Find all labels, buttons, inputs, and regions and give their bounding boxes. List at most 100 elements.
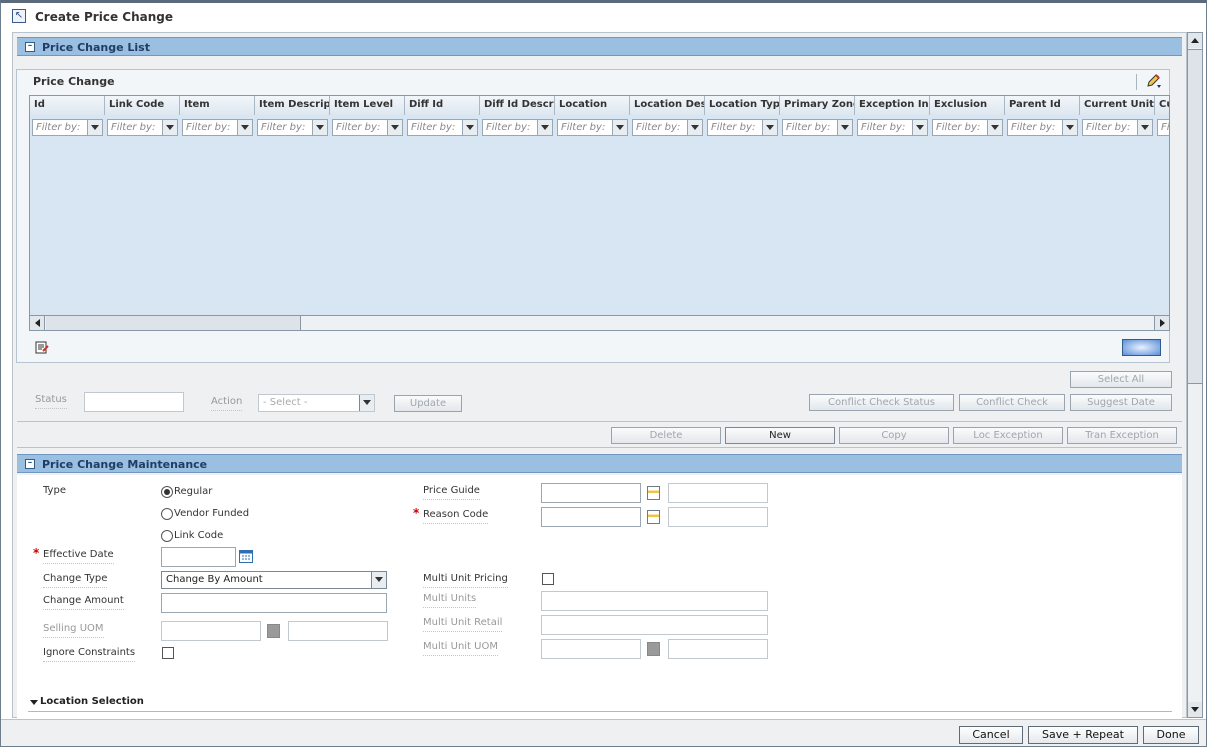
chevron-down-icon[interactable] bbox=[612, 120, 627, 135]
scroll-up-icon[interactable] bbox=[1188, 33, 1202, 48]
chevron-down-icon[interactable] bbox=[312, 120, 327, 135]
scroll-right-icon[interactable] bbox=[1154, 316, 1169, 330]
column-header-link-code[interactable]: Link Code bbox=[105, 96, 180, 115]
price-change-list-header[interactable]: – Price Change List bbox=[17, 37, 1182, 56]
lookup-icon[interactable] bbox=[647, 510, 660, 524]
price-change-grid[interactable]: Id Link Code Item Item Descripti Item Le… bbox=[29, 95, 1170, 331]
filter-item[interactable]: Filter by: bbox=[182, 119, 253, 136]
delete-button[interactable]: Delete bbox=[611, 427, 721, 444]
filter-item-description[interactable]: Filter by: bbox=[257, 119, 328, 136]
filter-link-code[interactable]: Filter by: bbox=[107, 119, 178, 136]
reason-code-field[interactable] bbox=[541, 507, 641, 527]
chevron-down-icon[interactable] bbox=[762, 120, 777, 135]
lookup-icon[interactable] bbox=[647, 642, 660, 656]
price-guide-field[interactable] bbox=[541, 483, 641, 503]
type-radio-link-code[interactable] bbox=[161, 530, 173, 542]
multi-unit-retail-field[interactable] bbox=[541, 615, 768, 635]
column-header-current-unit-retail[interactable]: Current Unit R bbox=[1080, 96, 1155, 115]
column-header-id[interactable]: Id bbox=[30, 96, 105, 115]
update-button[interactable]: Update bbox=[394, 395, 462, 412]
lookup-icon[interactable] bbox=[647, 486, 660, 500]
chevron-down-icon[interactable] bbox=[912, 120, 927, 135]
detach-button[interactable] bbox=[1122, 339, 1161, 356]
column-header-item-description[interactable]: Item Descripti bbox=[255, 96, 330, 115]
filter-exception-ind[interactable]: Filter by: bbox=[857, 119, 928, 136]
chevron-down-icon[interactable] bbox=[387, 120, 402, 135]
type-radio-regular[interactable] bbox=[161, 486, 173, 498]
calendar-icon[interactable] bbox=[239, 549, 253, 563]
scroll-thumb[interactable] bbox=[46, 316, 301, 330]
column-header-diff-id-description[interactable]: Diff Id Descrip bbox=[480, 96, 555, 115]
filter-current-unit-retail[interactable]: Filter by: bbox=[1082, 119, 1153, 136]
effective-date-field[interactable] bbox=[161, 547, 236, 567]
column-header-primary-zone[interactable]: Primary Zone bbox=[780, 96, 855, 115]
column-header-location[interactable]: Location bbox=[555, 96, 630, 115]
conflict-check-status-button[interactable]: Conflict Check Status bbox=[809, 394, 954, 411]
status-field[interactable] bbox=[84, 392, 184, 412]
filter-diff-id[interactable]: Filter by: bbox=[407, 119, 478, 136]
tran-exception-button[interactable]: Tran Exception bbox=[1067, 427, 1177, 444]
ignore-constraints-checkbox[interactable] bbox=[162, 647, 174, 659]
multi-unit-pricing-checkbox[interactable] bbox=[542, 573, 554, 585]
column-header-truncated[interactable]: Cu bbox=[1155, 96, 1169, 115]
column-header-location-type[interactable]: Location Type bbox=[705, 96, 780, 115]
scroll-down-icon[interactable] bbox=[1188, 702, 1202, 717]
back-arrow-icon[interactable]: ↖ bbox=[12, 9, 26, 23]
export-icon[interactable] bbox=[34, 339, 50, 355]
column-header-parent-id[interactable]: Parent Id bbox=[1005, 96, 1080, 115]
filter-location-type[interactable]: Filter by: bbox=[707, 119, 778, 136]
scroll-left-icon[interactable] bbox=[30, 316, 45, 330]
copy-button[interactable]: Copy bbox=[839, 427, 949, 444]
chevron-down-icon[interactable] bbox=[87, 120, 102, 135]
filter-parent-id[interactable]: Filter by: bbox=[1007, 119, 1078, 136]
save-repeat-button[interactable]: Save + Repeat bbox=[1028, 726, 1138, 744]
change-amount-field[interactable] bbox=[161, 593, 387, 613]
chevron-down-icon[interactable] bbox=[687, 120, 702, 135]
chevron-down-icon[interactable] bbox=[462, 120, 477, 135]
chevron-down-icon[interactable] bbox=[537, 120, 552, 135]
filter-diff-id-description[interactable]: Filter by: bbox=[482, 119, 553, 136]
chevron-down-icon[interactable] bbox=[837, 120, 852, 135]
collapse-icon[interactable]: – bbox=[25, 42, 35, 52]
filter-primary-zone[interactable]: Filter by: bbox=[782, 119, 853, 136]
filter-item-level[interactable]: Filter by: bbox=[332, 119, 403, 136]
collapse-icon[interactable]: – bbox=[25, 459, 35, 469]
filter-id[interactable]: Filter by: bbox=[32, 119, 103, 136]
new-button[interactable]: New bbox=[725, 427, 835, 444]
chevron-down-icon[interactable] bbox=[1137, 120, 1152, 135]
expand-triangle-icon[interactable] bbox=[30, 700, 38, 705]
horizontal-scrollbar[interactable] bbox=[29, 315, 1170, 331]
column-header-exception-ind[interactable]: Exception Ind bbox=[855, 96, 930, 115]
edit-pencil-icon[interactable] bbox=[1146, 73, 1162, 89]
loc-exception-button[interactable]: Loc Exception bbox=[953, 427, 1063, 444]
filter-exclusion[interactable]: Filter by: bbox=[932, 119, 1003, 136]
multi-unit-uom-field[interactable] bbox=[541, 639, 641, 659]
scroll-thumb[interactable] bbox=[1188, 49, 1202, 384]
column-header-exclusion[interactable]: Exclusion bbox=[930, 96, 1005, 115]
cancel-button[interactable]: Cancel bbox=[959, 726, 1023, 744]
column-header-item[interactable]: Item bbox=[180, 96, 255, 115]
select-all-button[interactable]: Select All bbox=[1070, 371, 1172, 388]
chevron-down-icon[interactable] bbox=[359, 395, 374, 411]
conflict-check-button[interactable]: Conflict Check bbox=[959, 394, 1065, 411]
filter-location[interactable]: Filter by: bbox=[557, 119, 628, 136]
price-change-maintenance-header[interactable]: – Price Change Maintenance bbox=[17, 454, 1182, 473]
lookup-icon[interactable] bbox=[267, 624, 280, 638]
location-selection-label[interactable]: Location Selection bbox=[40, 696, 144, 707]
type-radio-vendor-funded[interactable] bbox=[161, 508, 173, 520]
column-header-item-level[interactable]: Item Level bbox=[330, 96, 405, 115]
filter-location-description[interactable]: Filter by: bbox=[632, 119, 703, 136]
suggest-date-button[interactable]: Suggest Date bbox=[1070, 394, 1172, 411]
column-header-location-description[interactable]: Location Desc bbox=[630, 96, 705, 115]
done-button[interactable]: Done bbox=[1143, 726, 1199, 744]
chevron-down-icon[interactable] bbox=[162, 120, 177, 135]
chevron-down-icon[interactable] bbox=[987, 120, 1002, 135]
action-select[interactable]: - Select - bbox=[258, 394, 375, 412]
change-type-select[interactable]: Change By Amount bbox=[161, 571, 387, 589]
column-header-diff-id[interactable]: Diff Id bbox=[405, 96, 480, 115]
selling-uom-field[interactable] bbox=[161, 621, 261, 641]
vertical-scrollbar[interactable] bbox=[1187, 32, 1203, 718]
chevron-down-icon[interactable] bbox=[1062, 120, 1077, 135]
chevron-down-icon[interactable] bbox=[371, 572, 386, 588]
multi-units-field[interactable] bbox=[541, 591, 768, 611]
